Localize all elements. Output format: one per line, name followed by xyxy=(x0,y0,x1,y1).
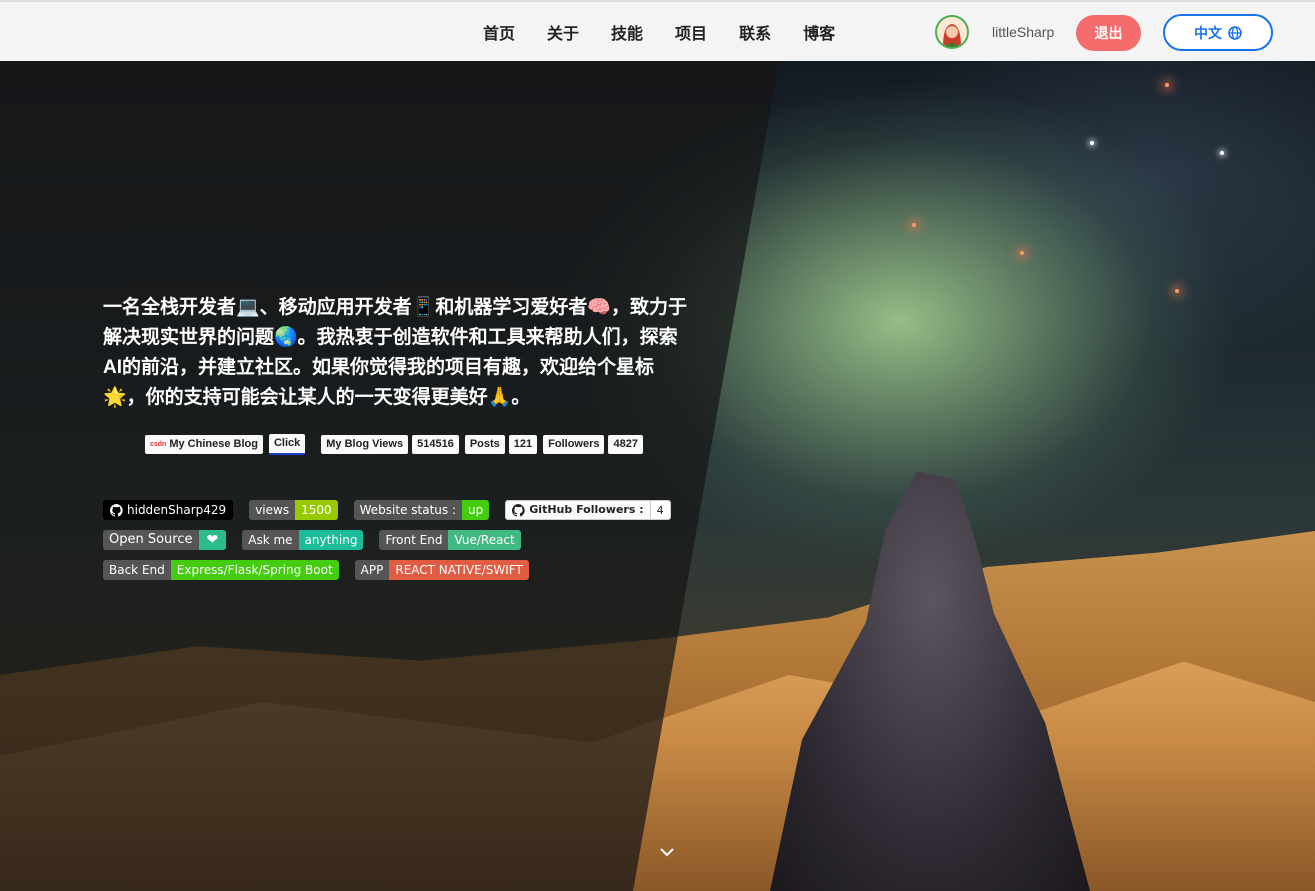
logout-button[interactable]: 退出 xyxy=(1076,15,1141,51)
shields-row-2: Open Source ❤ Ask me anything Front End … xyxy=(103,530,537,550)
ask-me-value: anything xyxy=(298,530,364,550)
user-avatar[interactable] xyxy=(935,15,969,49)
website-status-value: up xyxy=(462,500,490,520)
top-navbar: 首页 关于 技能 项目 联系 博客 littleSharp 退出 中文 xyxy=(0,0,1315,61)
followers-label: Followers xyxy=(543,435,605,454)
intro-text: 一名全栈开发者💻、移动应用开发者📱和机器学习爱好者🧠，致力于解决现实世界的问题🌏… xyxy=(103,297,687,408)
nav-blog[interactable]: 博客 xyxy=(803,20,835,44)
github-icon xyxy=(110,503,123,517)
views-label: views xyxy=(249,500,296,520)
front-end-label: Front End xyxy=(379,530,449,550)
blog-badges-row: csdn My Chinese Blog Click My Blog Views… xyxy=(145,434,649,455)
blog-click-link[interactable]: Click xyxy=(268,434,306,455)
blog-views-label: My Blog Views xyxy=(321,435,409,454)
website-status-label: Website status : xyxy=(353,500,463,520)
github-followers-badge[interactable]: GitHub Followers : 4 xyxy=(505,500,671,520)
language-label: 中文 xyxy=(1194,24,1222,41)
app-label: APP xyxy=(354,560,390,580)
front-end-badge: Front End Vue/React xyxy=(379,530,521,550)
views-value: 1500 xyxy=(295,500,338,520)
chevron-down-icon[interactable] xyxy=(657,844,677,860)
main-nav: 首页 关于 技能 项目 联系 博客 xyxy=(483,2,867,61)
followers-count: 4827 xyxy=(608,435,643,454)
posts-label: Posts xyxy=(464,435,505,454)
github-followers-label: GitHub Followers : xyxy=(529,503,644,516)
open-source-label: Open Source xyxy=(103,530,199,550)
github-icon xyxy=(512,503,525,517)
website-status-badge: Website status : up xyxy=(353,500,490,520)
ask-me-badge: Ask me anything xyxy=(242,530,364,550)
shields-row-3: Back End Express/Flask/Spring Boot APP R… xyxy=(103,560,545,580)
back-end-label: Back End xyxy=(103,560,171,580)
my-chinese-blog-label: My Chinese Blog xyxy=(169,438,258,450)
app-value: REACT NATIVE/SWIFT xyxy=(389,560,529,580)
globe-icon xyxy=(1228,25,1242,40)
back-end-badge: Back End Express/Flask/Spring Boot xyxy=(103,560,339,580)
app-badge: APP REACT NATIVE/SWIFT xyxy=(354,560,529,580)
blog-views-count: 514516 xyxy=(412,435,459,454)
csdn-blog-badge[interactable]: csdn My Chinese Blog xyxy=(145,435,263,454)
open-source-badge: Open Source ❤ xyxy=(103,530,227,550)
github-followers-value: 4 xyxy=(649,501,670,519)
back-end-value: Express/Flask/Spring Boot xyxy=(170,560,339,580)
views-badge: views 1500 xyxy=(249,500,338,520)
nav-skills[interactable]: 技能 xyxy=(611,20,643,44)
nav-about[interactable]: 关于 xyxy=(547,20,579,44)
posts-count: 121 xyxy=(508,435,538,454)
nav-contact[interactable]: 联系 xyxy=(739,20,771,44)
nav-projects[interactable]: 项目 xyxy=(675,20,707,44)
username[interactable]: littleSharp xyxy=(992,24,1054,40)
github-username: hiddenSharp429 xyxy=(127,503,227,517)
nav-home[interactable]: 首页 xyxy=(483,20,515,44)
heart-icon: ❤ xyxy=(198,530,227,550)
hero-section: 一名全栈开发者💻、移动应用开发者📱和机器学习爱好者🧠，致力于解决现实世界的问题🌏… xyxy=(0,61,1315,891)
github-user-badge[interactable]: hiddenSharp429 xyxy=(103,500,234,520)
language-switch-button[interactable]: 中文 xyxy=(1163,14,1273,51)
shields-row-1: hiddenSharp429 views 1500 Website status… xyxy=(103,500,687,520)
front-end-value: Vue/React xyxy=(448,530,521,550)
ask-me-label: Ask me xyxy=(242,530,299,550)
csdn-logo: csdn xyxy=(150,441,167,448)
